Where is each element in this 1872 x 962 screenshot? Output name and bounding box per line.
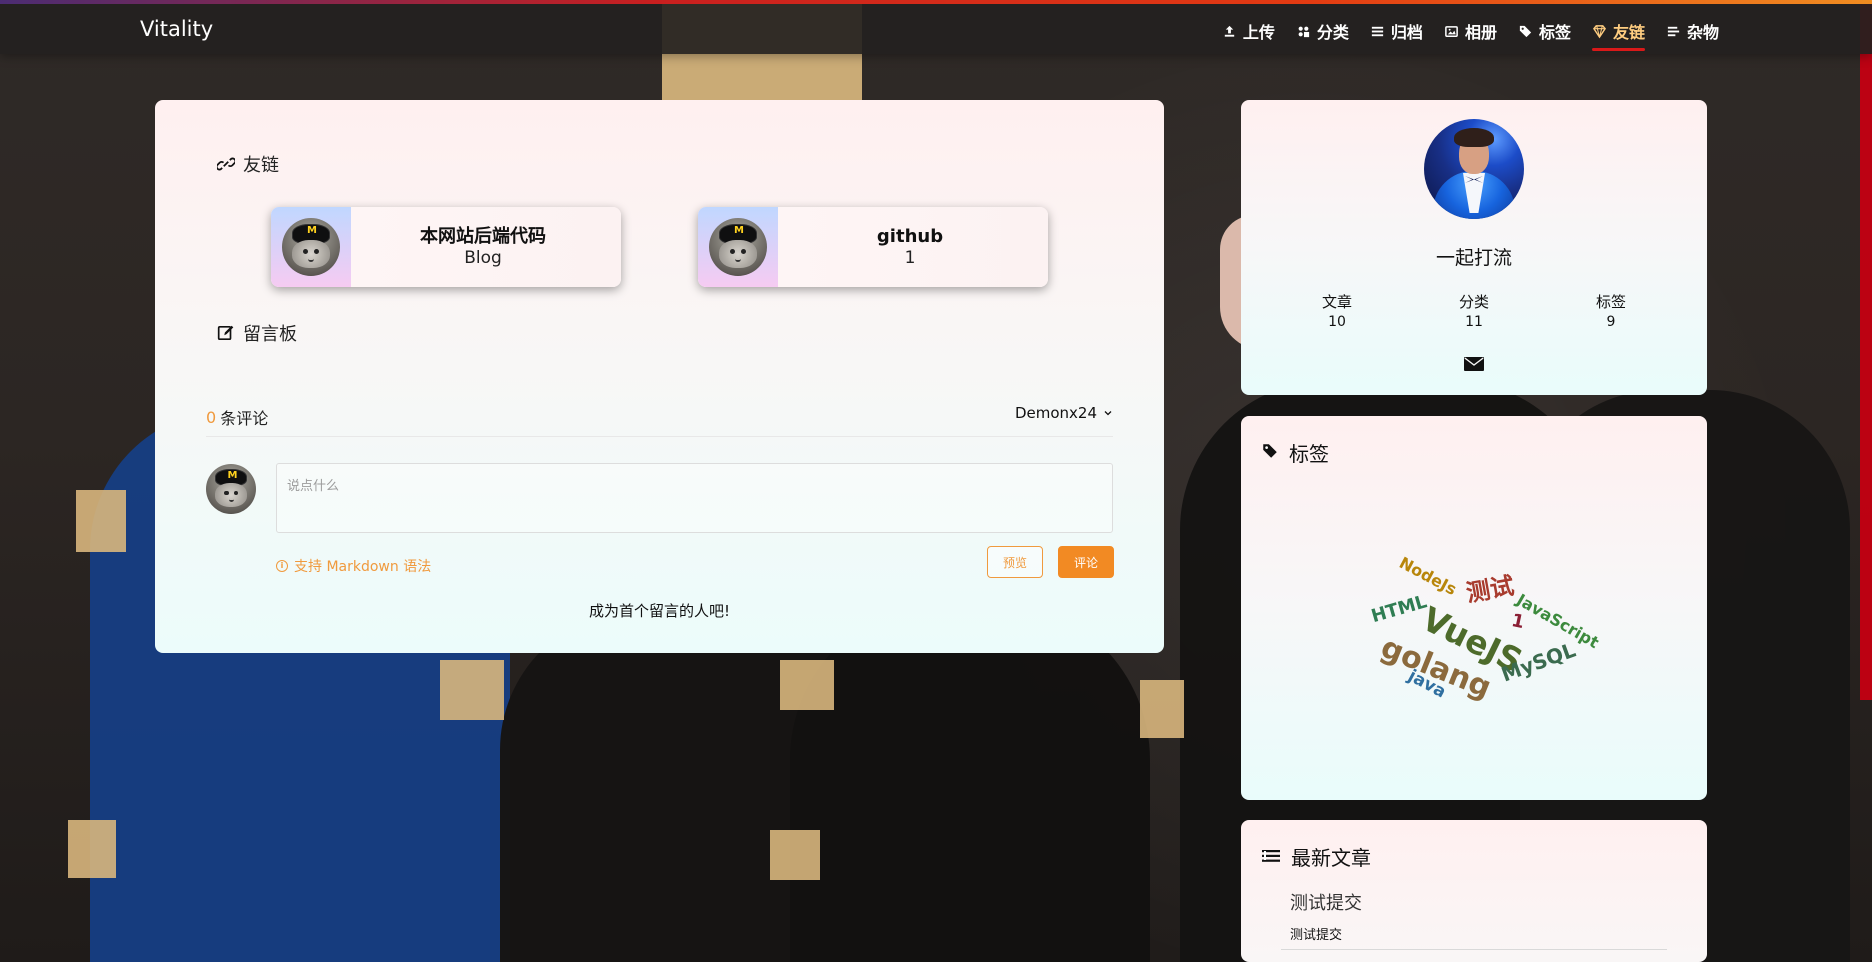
latest-post-subtitle: 测试提交 (1290, 928, 1343, 943)
friend-link-card[interactable]: 本网站后端代码 Blog (271, 207, 621, 287)
friend-link-name: 本网站后端代码 (420, 225, 546, 247)
background-red-edge (1860, 0, 1872, 700)
nav-item-friend-links[interactable]: 友链 (1591, 19, 1645, 51)
latest-post-title[interactable]: 测试提交 (1290, 889, 1362, 915)
nav-item-archive[interactable]: 归档 (1370, 19, 1423, 43)
nav-item-gallery[interactable]: 相册 (1444, 19, 1497, 43)
background-tile (440, 660, 504, 720)
list-icon (1261, 845, 1281, 869)
site-brand[interactable]: Vitality (140, 17, 213, 41)
nav-label: 上传 (1242, 23, 1275, 42)
nav-label: 杂物 (1686, 23, 1719, 42)
latest-posts-title: 最新文章 (1261, 842, 1371, 871)
background-person-mid (790, 600, 1150, 962)
nav-item-categories[interactable]: 分类 (1296, 19, 1349, 43)
latest-posts-card: 最新文章 测试提交 测试提交 (1241, 820, 1707, 962)
profile-card: 一起打流 文章 10 分类 11 标签 9 (1241, 100, 1707, 395)
nav-label: 友链 (1612, 23, 1645, 42)
misc-icon (1666, 24, 1681, 39)
tag-cloud: NodeJs 测试 JavaScript HTML VueJS 1 golang… (1241, 416, 1707, 800)
comment-count-number: 0 (206, 407, 217, 427)
edit-icon (217, 324, 235, 342)
mail-icon[interactable] (1463, 356, 1485, 372)
friend-avatar (709, 218, 767, 276)
comment-input[interactable] (277, 464, 1112, 532)
background-tile (76, 490, 126, 552)
link-icon (217, 155, 235, 173)
stat-value: 11 (1465, 314, 1483, 330)
profile-avatar (1424, 119, 1524, 219)
profile-name: 一起打流 (1435, 247, 1512, 269)
markdown-hint-text: 支持 Markdown 语法 (294, 559, 432, 575)
nav-label: 相册 (1464, 23, 1497, 42)
categories-icon (1296, 24, 1311, 39)
friend-link-name: github (876, 225, 944, 247)
nav-item-upload[interactable]: 上传 (1222, 19, 1275, 43)
message-board-title-text: 留言板 (243, 324, 297, 345)
empty-comments-message: 成为首个留言的人吧! (588, 602, 730, 620)
friend-avatar (282, 218, 340, 276)
nav-item-tags[interactable]: 标签 (1518, 19, 1571, 43)
nav-item-misc[interactable]: 杂物 (1666, 19, 1719, 43)
comment-count-label: 条评论 (220, 409, 269, 428)
stat-value: 10 (1328, 314, 1346, 330)
comment-user-avatar (206, 464, 256, 514)
latest-post-divider (1281, 949, 1667, 950)
friend-link-text: 本网站后端代码 Blog (351, 207, 621, 287)
tag-word[interactable]: 测试 (1463, 566, 1516, 609)
friend-link-card[interactable]: github 1 (698, 207, 1048, 287)
markdown-hint[interactable]: i 支持 Markdown 语法 (276, 556, 431, 576)
comment-header: 0 条评论 Demonx24 (206, 402, 1113, 437)
friend-links-card: 友链 本网站后端代码 Blog github 1 留言板 0 (155, 100, 1164, 653)
chevron-down-icon (1103, 404, 1113, 422)
friend-link-description: Blog (464, 248, 502, 269)
submit-comment-button[interactable]: 评论 (1058, 546, 1114, 578)
stat-value: 9 (1606, 314, 1616, 330)
stat-categories[interactable]: 分类 11 (1444, 291, 1504, 330)
nav-label: 分类 (1316, 23, 1349, 42)
message-board-title: 留言板 (217, 320, 297, 346)
tag-word[interactable]: NodeJs (1396, 553, 1460, 599)
background-tile (68, 820, 116, 878)
user-name: Demonx24 (1014, 404, 1097, 422)
friend-links-icon (1592, 24, 1607, 39)
gallery-icon (1444, 24, 1459, 39)
comment-input-box (276, 463, 1113, 533)
profile-stats: 文章 10 分类 11 标签 9 (1307, 291, 1641, 330)
nav-label: 归档 (1390, 23, 1423, 42)
background-tile (770, 830, 820, 880)
stat-articles[interactable]: 文章 10 (1307, 291, 1367, 330)
stat-label: 分类 (1458, 293, 1489, 311)
background-person-midleft (500, 610, 880, 962)
stat-label: 标签 (1595, 293, 1626, 311)
background-tile (780, 660, 834, 710)
stat-tags[interactable]: 标签 9 (1581, 291, 1641, 330)
stat-label: 文章 (1321, 293, 1352, 311)
upload-icon (1222, 24, 1237, 39)
tag-icon (1518, 24, 1533, 39)
background-tile (1140, 680, 1184, 738)
latest-posts-title-text: 最新文章 (1291, 846, 1371, 870)
comment-count: 0 条评论 (206, 405, 268, 429)
friend-avatar-frame (698, 207, 778, 287)
nav-label: 标签 (1538, 23, 1571, 42)
tags-card: 标签 NodeJs 测试 JavaScript HTML VueJS 1 gol… (1241, 416, 1707, 800)
friend-avatar-frame (271, 207, 351, 287)
friend-link-description: 1 (904, 248, 916, 269)
archive-icon (1370, 24, 1385, 39)
tag-word[interactable]: HTML (1369, 591, 1429, 627)
user-selector[interactable]: Demonx24 (1015, 404, 1113, 422)
top-navigation-bar: Vitality 上传 分类 归档 相册 标签 友链 杂物 (0, 0, 1872, 54)
friend-links-title: 友链 (217, 151, 279, 177)
friend-link-text: github 1 (778, 207, 1048, 287)
preview-button[interactable]: 预览 (987, 546, 1043, 578)
tag-word[interactable]: 1 (1510, 610, 1527, 633)
main-nav: 上传 分类 归档 相册 标签 友链 杂物 (1222, 19, 1719, 51)
info-icon: i (276, 560, 288, 572)
friend-links-title-text: 友链 (243, 155, 279, 176)
